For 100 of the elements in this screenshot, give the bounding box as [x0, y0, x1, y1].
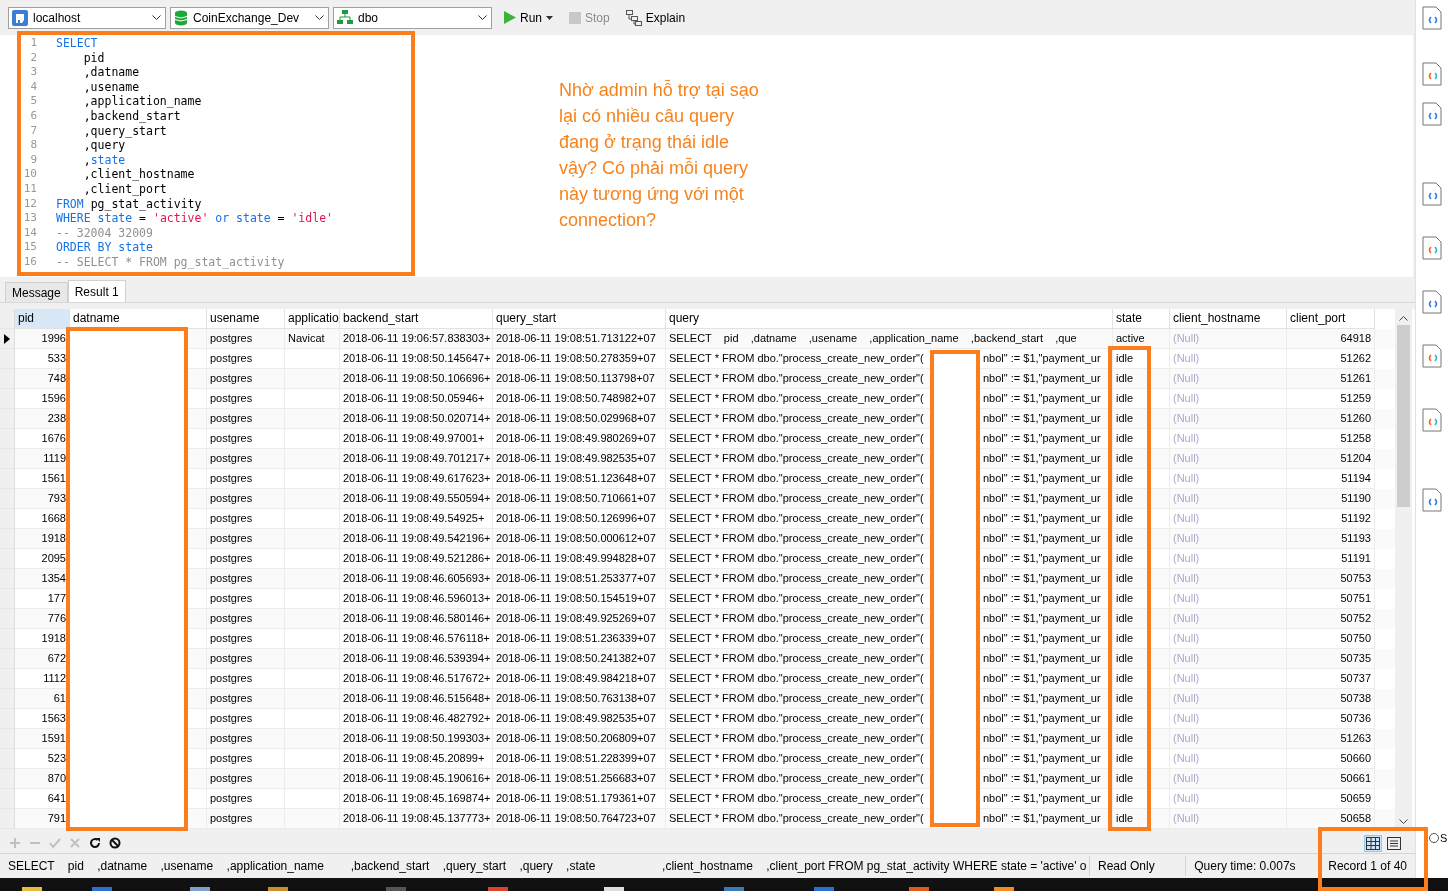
schema-select[interactable]: dbo	[333, 6, 492, 29]
table-cell: idle	[1113, 569, 1170, 589]
table-cell: 2018-06-11 19:08:50.199303+	[340, 729, 493, 749]
table-cell: (Null)	[1170, 809, 1287, 829]
row-header-cell[interactable]	[0, 629, 15, 649]
row-header-cell[interactable]	[0, 469, 15, 489]
run-button[interactable]: Run	[500, 8, 557, 27]
line-number: 4	[29, 79, 38, 95]
file-icon[interactable]	[1422, 102, 1442, 126]
row-header-cell[interactable]	[0, 809, 15, 829]
table-cell: (Null)	[1170, 449, 1287, 469]
row-header-cell[interactable]	[0, 449, 15, 469]
table-cell: postgres	[207, 409, 285, 429]
code-line: ,datname	[82, 65, 141, 80]
row-header-cell[interactable]	[0, 549, 15, 569]
table-cell: 50753	[1287, 569, 1375, 589]
row-header-cell[interactable]	[0, 589, 15, 609]
scroll-down-icon[interactable]	[1399, 819, 1408, 825]
status-query-time: Query time: 0.007s	[1186, 856, 1321, 876]
line-number: 15	[22, 240, 38, 255]
table-cell: idle	[1113, 649, 1170, 669]
row-header-cell[interactable]	[0, 429, 15, 449]
code-line: ORDER BY state	[56, 240, 154, 255]
row-header-cell[interactable]	[0, 389, 15, 409]
code-line: pid	[82, 50, 106, 66]
row-header-cell[interactable]	[0, 609, 15, 629]
row-header-cell[interactable]	[0, 349, 15, 369]
row-header-cell[interactable]	[0, 369, 15, 389]
line-number: 8	[29, 138, 38, 153]
row-header-cell[interactable]	[0, 689, 15, 709]
row-header-cell[interactable]	[0, 409, 15, 429]
row-header-cell[interactable]	[0, 529, 15, 549]
table-cell: 51260	[1287, 409, 1375, 429]
table-cell: 2018-06-11 19:08:50.710661+07	[493, 489, 666, 509]
column-header[interactable]: pid	[15, 309, 70, 329]
code-line: ,backend_start	[82, 108, 182, 124]
table-row[interactable]: 1996 postgres Navicat 2018-06-11 19:06:57.838303+ 2018-06-11 19:08:51.713122+07 SELECT pid ,datname ,usename ,application_name ,backend_start ,que active (Null) 64918	[0, 329, 1395, 349]
table-cell: postgres	[207, 569, 285, 589]
row-header-cell[interactable]	[0, 729, 15, 749]
file-icon[interactable]	[1422, 62, 1442, 86]
file-icon[interactable]	[1422, 182, 1442, 206]
scrollbar[interactable]	[1395, 309, 1412, 829]
table-cell: (Null)	[1170, 529, 1287, 549]
scrollbar-thumb[interactable]	[1397, 325, 1410, 507]
row-header-cell[interactable]	[0, 789, 15, 809]
plus-icon	[9, 837, 21, 849]
row-pointer-icon	[4, 333, 10, 344]
table-cell: (Null)	[1170, 769, 1287, 789]
row-header-cell[interactable]	[0, 329, 15, 349]
row-header-cell[interactable]	[0, 649, 15, 669]
grid-view-button[interactable]	[1364, 834, 1382, 852]
table-cell: idle	[1113, 809, 1170, 829]
row-header-cell[interactable]	[0, 509, 15, 529]
table-cell: 2018-06-11 19:08:45.137773+	[340, 809, 493, 829]
line-number: 7	[29, 123, 38, 139]
table-cell: (Null)	[1170, 689, 1287, 709]
file-icon[interactable]	[1422, 236, 1442, 260]
table-cell: SELECT pid ,datname ,usename ,application_name ,backend_start ,que	[666, 329, 1113, 349]
table-cell: idle	[1113, 529, 1170, 549]
form-view-button[interactable]	[1385, 834, 1403, 852]
file-icon[interactable]	[1422, 488, 1442, 512]
taskbar-icon[interactable]	[267, 887, 288, 891]
table-cell: idle	[1113, 449, 1170, 469]
table-cell: postgres	[207, 729, 285, 749]
table-cell: 2018-06-11 19:06:57.838303+	[340, 329, 493, 349]
code-line: ,client_hostname	[82, 167, 196, 182]
table-cell: postgres	[207, 329, 285, 349]
stop-icon	[569, 11, 581, 24]
table-cell: postgres	[207, 369, 285, 389]
table-cell: idle	[1113, 489, 1170, 509]
refresh-button[interactable]	[88, 836, 102, 850]
file-icon[interactable]	[1422, 344, 1442, 368]
row-header-cell[interactable]	[0, 569, 15, 589]
taskbar-icon[interactable]	[604, 887, 625, 891]
chevron-down-icon	[478, 14, 487, 21]
taskbar-icon[interactable]	[994, 887, 1015, 891]
row-header-cell[interactable]	[0, 769, 15, 789]
table-cell: 51261	[1287, 369, 1375, 389]
refresh-icon	[89, 837, 101, 849]
table-cell: (Null)	[1170, 729, 1287, 749]
row-header-cell[interactable]	[0, 669, 15, 689]
row-header-cell[interactable]	[0, 489, 15, 509]
tab[interactable]: Message	[5, 282, 68, 302]
tab[interactable]: Result 1	[67, 280, 126, 302]
database-select[interactable]: CoinExchange_Dev	[170, 6, 329, 29]
explain-button[interactable]: Explain	[621, 7, 690, 28]
file-icon[interactable]	[1422, 290, 1442, 314]
file-icon[interactable]	[1422, 6, 1442, 30]
row-header-cell[interactable]	[0, 749, 15, 769]
connection-select[interactable]: localhost	[8, 6, 166, 29]
row-header-cell[interactable]	[0, 709, 15, 729]
table-cell: 2018-06-11 19:08:49.550594+	[340, 489, 493, 509]
table-cell: idle	[1113, 689, 1170, 709]
file-icon[interactable]	[1422, 408, 1442, 432]
table-cell: 2018-06-11 19:08:46.515648+	[340, 689, 493, 709]
caret-icon	[546, 15, 553, 20]
line-number: 13	[22, 211, 38, 226]
table-cell: 2018-06-11 19:08:51.253377+07	[493, 569, 666, 589]
no-entry-button[interactable]	[108, 836, 122, 850]
scroll-up-icon[interactable]	[1399, 315, 1408, 321]
